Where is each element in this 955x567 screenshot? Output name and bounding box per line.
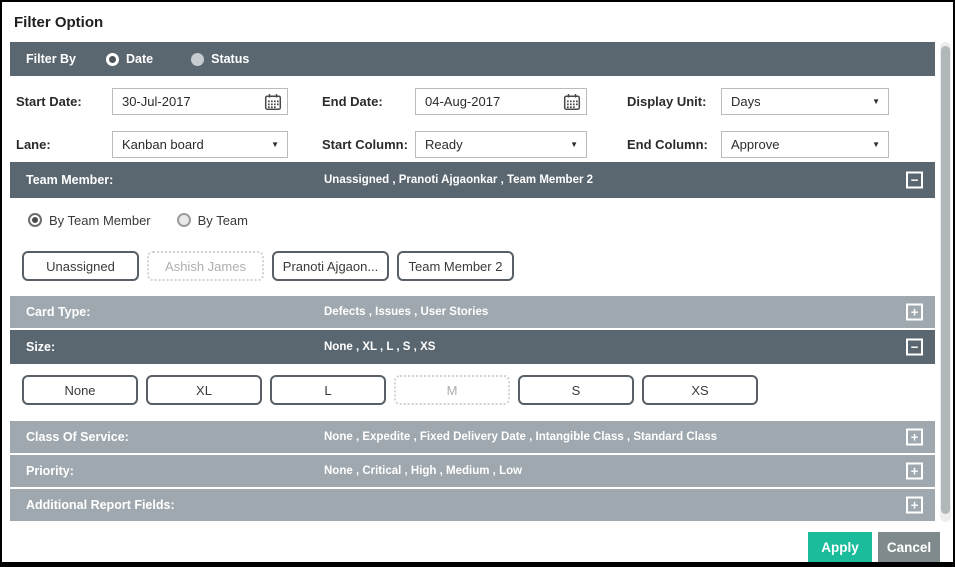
size-button-xs[interactable]: XS bbox=[642, 375, 758, 405]
size-button-m[interactable]: M bbox=[394, 375, 510, 405]
start-date-calendar-icon[interactable] bbox=[263, 92, 283, 112]
plus-icon[interactable]: + bbox=[906, 496, 923, 514]
member-button-unassigned[interactable]: Unassigned bbox=[22, 251, 139, 281]
size-label: Size: bbox=[26, 340, 56, 354]
chevron-down-icon: ▼ bbox=[872, 139, 880, 149]
end-date-input[interactable] bbox=[416, 89, 564, 113]
scrollbar-thumb[interactable] bbox=[941, 46, 950, 514]
radio-option-by-team[interactable]: By Team bbox=[176, 212, 248, 228]
lane-value: Kanban board bbox=[122, 136, 204, 152]
size-button-l[interactable]: L bbox=[270, 375, 386, 405]
radio-option-by-team-member[interactable]: By Team Member bbox=[28, 213, 151, 228]
member-button-ashish-james[interactable]: Ashish James bbox=[147, 251, 264, 281]
dialog-footer: Apply Cancel bbox=[2, 523, 953, 562]
display-unit-value: Days bbox=[731, 93, 761, 109]
size-button-none[interactable]: None bbox=[22, 375, 138, 405]
chevron-down-icon: ▼ bbox=[271, 139, 279, 149]
priority-section-header: Priority: None , Critical , High , Mediu… bbox=[10, 455, 935, 487]
additional-report-fields-section-header: Additional Report Fields: + bbox=[10, 489, 935, 521]
card-type-label: Card Type: bbox=[26, 305, 91, 319]
cancel-button[interactable]: Cancel bbox=[878, 532, 940, 562]
lane-label: Lane: bbox=[16, 136, 51, 152]
class-of-service-summary: None , Expedite , Fixed Delivery Date , … bbox=[324, 431, 718, 443]
team-member-label: Team Member: bbox=[26, 173, 114, 187]
plus-icon[interactable]: + bbox=[906, 303, 923, 321]
filter-option-dialog: Filter Option Filter By Date Status Star… bbox=[0, 0, 955, 567]
start-date-label: Start Date: bbox=[16, 93, 82, 109]
chevron-down-icon: ▼ bbox=[570, 139, 578, 149]
radio-status-label: Status bbox=[211, 52, 250, 66]
size-button-xl[interactable]: XL bbox=[146, 375, 262, 405]
radio-option-date[interactable]: Date bbox=[106, 52, 153, 66]
size-button-s[interactable]: S bbox=[518, 375, 634, 405]
team-member-section-header: Team Member: Unassigned , Pranoti Ajgaon… bbox=[10, 162, 935, 198]
display-unit-label: Display Unit: bbox=[627, 93, 707, 109]
card-type-summary: Defects , Issues , User Stories bbox=[324, 306, 489, 318]
additional-report-fields-label: Additional Report Fields: bbox=[26, 498, 175, 512]
start-date-input[interactable] bbox=[113, 89, 261, 113]
date-filter-row: Start Date: End Date: bbox=[2, 76, 953, 126]
plus-icon[interactable]: + bbox=[906, 462, 923, 480]
start-column-select[interactable]: Ready ▼ bbox=[415, 130, 587, 158]
filter-by-radio-group: Date Status bbox=[106, 52, 287, 66]
size-summary: None , XL , L , S , XS bbox=[324, 341, 436, 353]
filter-by-bar: Filter By Date Status bbox=[10, 42, 935, 76]
start-column-label: Start Column: bbox=[322, 136, 408, 152]
page-title: Filter Option bbox=[14, 14, 104, 31]
radio-option-status[interactable]: Status bbox=[191, 52, 249, 66]
by-team-member-label: By Team Member bbox=[49, 212, 151, 228]
radio-by-team-icon[interactable] bbox=[176, 213, 191, 227]
radio-status-icon[interactable] bbox=[191, 52, 205, 66]
chevron-down-icon: ▼ bbox=[872, 96, 880, 106]
member-button-team-member-2[interactable]: Team Member 2 bbox=[397, 251, 514, 281]
team-member-summary: Unassigned , Pranoti Ajgaonkar , Team Me… bbox=[324, 174, 594, 186]
team-member-mode-row: By Team Member By Team bbox=[2, 198, 953, 238]
filter-by-label: Filter By bbox=[26, 52, 77, 66]
start-column-value: Ready bbox=[425, 136, 463, 152]
priority-label: Priority: bbox=[26, 464, 74, 478]
lane-filter-row: Lane: Kanban board ▼ Start Column: Ready… bbox=[2, 126, 953, 162]
plus-icon[interactable]: + bbox=[906, 428, 923, 446]
start-date-field[interactable] bbox=[112, 87, 288, 115]
radio-by-team-member-icon[interactable] bbox=[28, 213, 42, 227]
radio-date-label: Date bbox=[126, 52, 154, 66]
end-date-field[interactable] bbox=[415, 87, 587, 115]
end-date-calendar-icon[interactable] bbox=[562, 92, 582, 112]
end-column-label: End Column: bbox=[627, 136, 708, 152]
minus-icon[interactable]: − bbox=[906, 171, 923, 189]
radio-date-icon[interactable] bbox=[106, 52, 120, 66]
member-button-pranoti-ajgaonkar[interactable]: Pranoti Ajgaon... bbox=[272, 251, 389, 281]
size-section-header: Size: None , XL , L , S , XS − bbox=[10, 330, 935, 364]
apply-button[interactable]: Apply bbox=[808, 532, 872, 562]
class-of-service-section-header: Class Of Service: None , Expedite , Fixe… bbox=[10, 421, 935, 453]
end-column-select[interactable]: Approve ▼ bbox=[721, 130, 889, 158]
card-type-section-header: Card Type: Defects , Issues , User Stori… bbox=[10, 296, 935, 328]
scrollbar-track[interactable] bbox=[940, 42, 951, 522]
dialog-header: Filter Option bbox=[2, 2, 953, 42]
minus-icon[interactable]: − bbox=[906, 338, 923, 356]
priority-summary: None , Critical , High , Medium , Low bbox=[324, 465, 523, 477]
end-column-value: Approve bbox=[731, 136, 780, 152]
lane-select[interactable]: Kanban board ▼ bbox=[112, 130, 288, 158]
end-date-label: End Date: bbox=[322, 93, 383, 109]
by-team-label: By Team bbox=[197, 212, 248, 228]
class-of-service-label: Class Of Service: bbox=[26, 430, 129, 444]
team-member-chip-row: Unassigned Ashish James Pranoti Ajgaon..… bbox=[2, 238, 953, 296]
display-unit-select[interactable]: Days ▼ bbox=[721, 87, 889, 115]
size-chip-row: None XL L M S XS bbox=[2, 364, 953, 421]
